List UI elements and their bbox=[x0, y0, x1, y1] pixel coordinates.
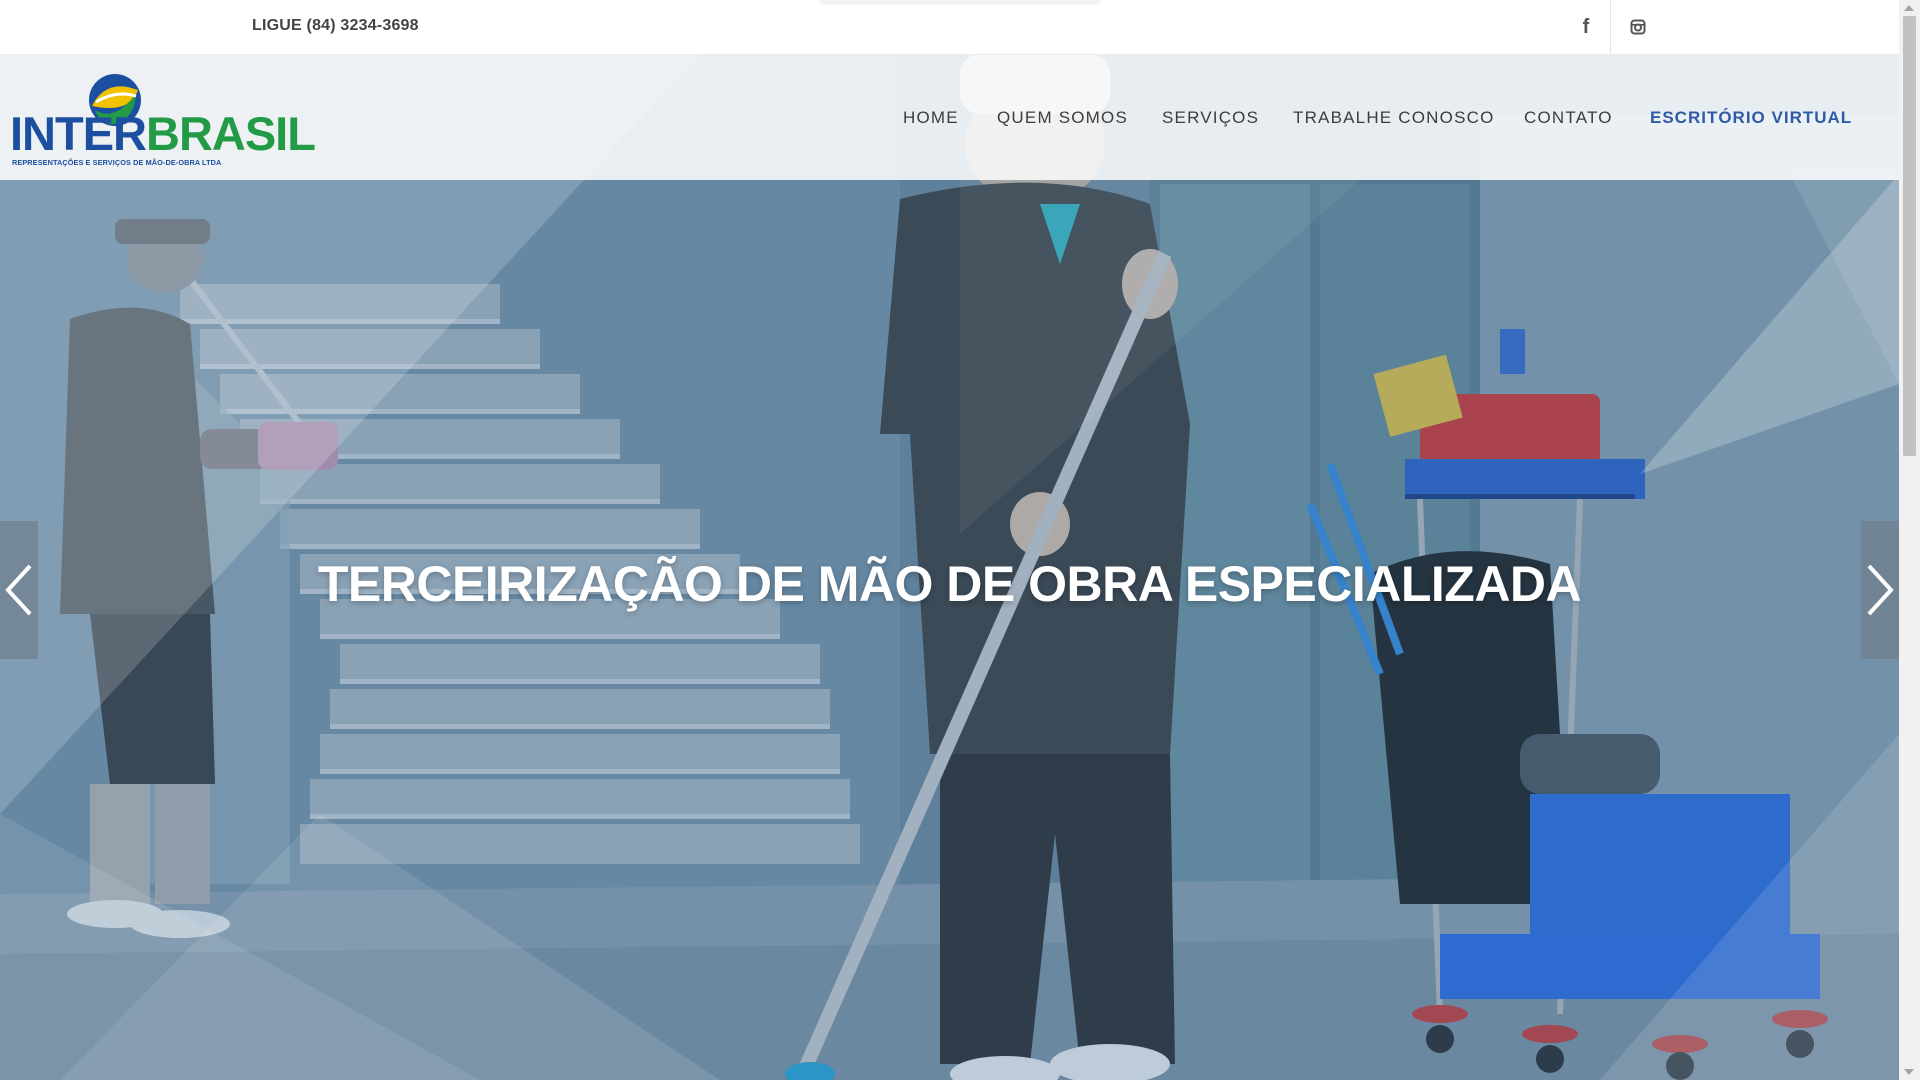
page-scrollbar[interactable] bbox=[1899, 0, 1920, 1080]
top-notch bbox=[820, 0, 1100, 2]
top-bar: LIGUE (84) 3234-3698 f bbox=[0, 0, 1899, 55]
scrollbar-thumb[interactable] bbox=[1903, 16, 1916, 456]
phone-number: LIGUE (84) 3234-3698 bbox=[252, 17, 419, 34]
chevron-left-icon bbox=[5, 564, 32, 616]
site-header: INTERBRASIL REPRESENTAÇÕES E SERVIÇOS DE… bbox=[0, 54, 1899, 180]
instagram-icon[interactable] bbox=[1614, 0, 1662, 54]
slider-prev-button[interactable] bbox=[0, 521, 38, 659]
nav-escritorio-virtual[interactable]: ESCRITÓRIO VIRTUAL bbox=[1650, 108, 1852, 128]
scroll-down-arrow[interactable] bbox=[1904, 1069, 1914, 1075]
facebook-icon[interactable]: f bbox=[1562, 0, 1610, 54]
nav-quem-somos[interactable]: QUEM SOMOS bbox=[997, 108, 1128, 128]
slider-next-button[interactable] bbox=[1861, 521, 1899, 659]
scroll-up-arrow[interactable] bbox=[1904, 5, 1914, 11]
nav-contato[interactable]: CONTATO bbox=[1524, 108, 1613, 128]
nav-trabalhe-conosco[interactable]: TRABALHE CONOSCO bbox=[1293, 108, 1495, 128]
slide-title: TERCEIRIZAÇÃO DE MÃO DE OBRA ESPECIALIZA… bbox=[317, 556, 1582, 612]
nav-home[interactable]: HOME bbox=[903, 108, 959, 128]
nav-servicos[interactable]: SERVIÇOS bbox=[1162, 108, 1259, 128]
social-divider bbox=[1610, 0, 1611, 54]
main-nav: HOME QUEM SOMOS SERVIÇOS TRABALHE CONOSC… bbox=[0, 54, 1899, 180]
chevron-right-icon bbox=[1867, 564, 1894, 616]
